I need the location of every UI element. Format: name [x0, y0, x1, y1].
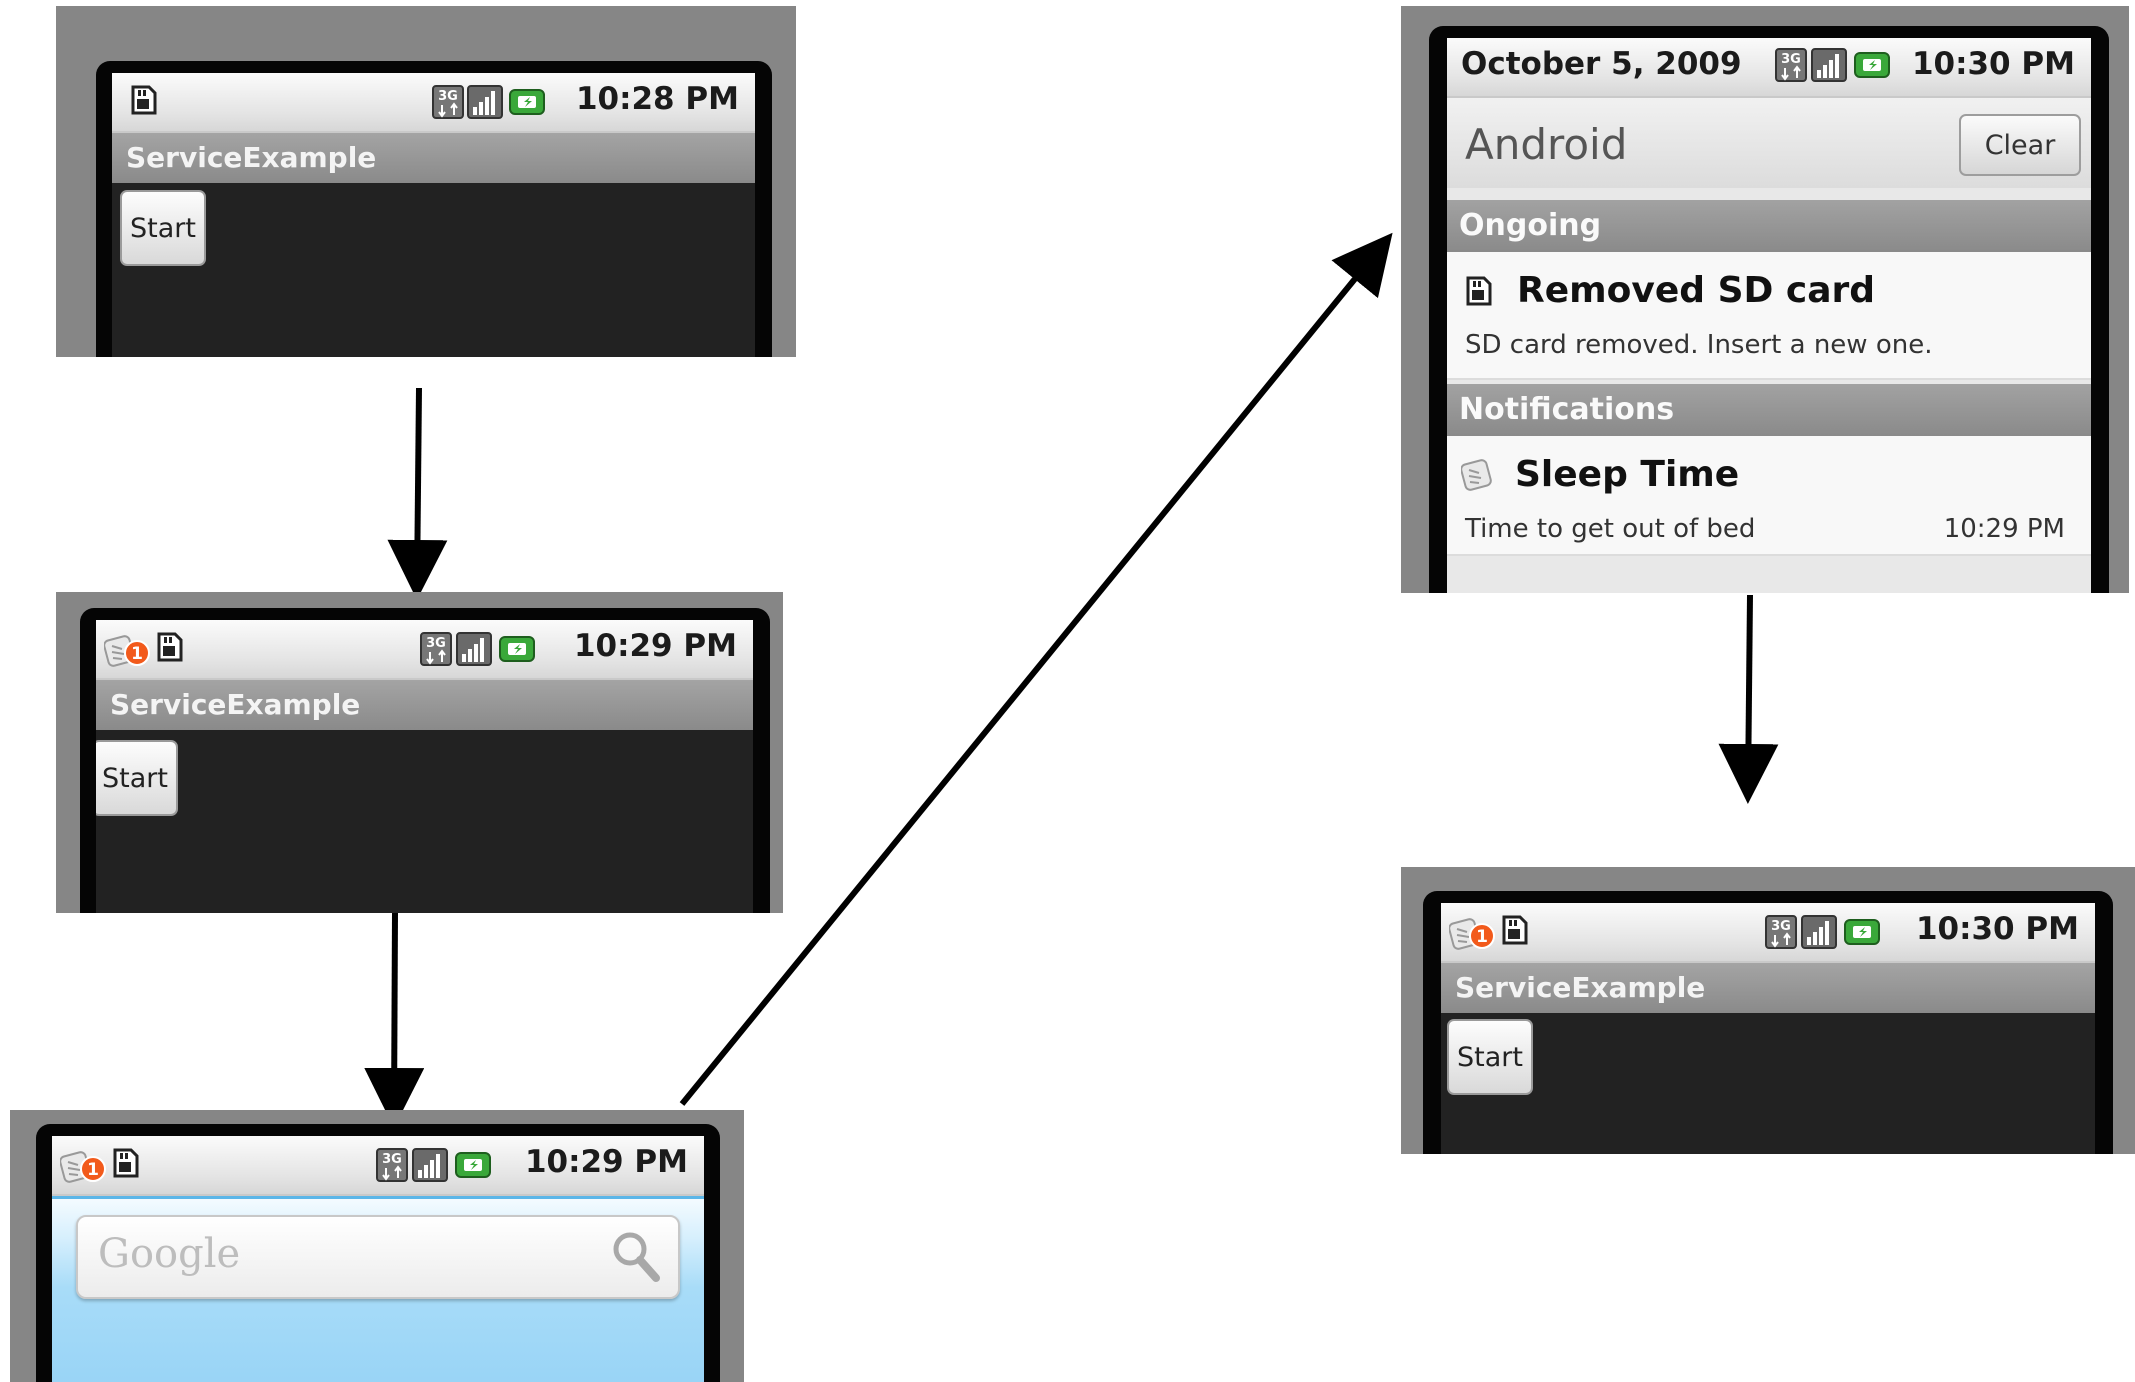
sd-card-icon [157, 632, 183, 662]
sd-card-icon [113, 1148, 139, 1178]
3g-icon [420, 632, 452, 666]
signal-bars-icon [456, 632, 492, 666]
app-title-bar: ServiceExample [96, 680, 753, 730]
status-time: 10:30 PM [1911, 46, 2075, 82]
carrier-name: Android [1465, 120, 1628, 169]
notification-item[interactable]: Sleep Time Time to get out of bed 10:29 … [1447, 436, 2091, 556]
status-date: October 5, 2009 [1461, 46, 1742, 82]
battery-charging-icon [455, 1152, 491, 1178]
status-bar: 10:29 PM [96, 620, 753, 680]
status-time: 10:28 PM [575, 81, 739, 117]
3g-icon [1775, 48, 1807, 82]
search-icon[interactable] [610, 1229, 660, 1283]
arrow-s3-to-s4 [679, 232, 1393, 1106]
notification-description: SD card removed. Insert a new one. [1465, 330, 1933, 360]
status-time: 10:29 PM [573, 628, 737, 664]
clear-button[interactable]: Clear [1959, 114, 2081, 176]
app-title: ServiceExample [1455, 971, 1706, 1004]
notification-time: 10:29 PM [1943, 514, 2065, 544]
ongoing-notification-item[interactable]: Removed SD card SD card removed. Insert … [1447, 252, 2091, 380]
app-title-bar: ServiceExample [1441, 963, 2095, 1013]
battery-charging-icon [1844, 919, 1880, 945]
arrow-s1-to-s2 [387, 387, 448, 600]
device-screen: 10:29 PM ServiceExample Start [96, 620, 753, 913]
battery-charging-icon [509, 89, 545, 115]
screenshot-2: 10:29 PM ServiceExample Start [56, 592, 783, 913]
sd-card-icon [131, 85, 157, 115]
status-bar: 10:28 PM [112, 73, 755, 133]
status-bar: 10:29 PM [52, 1136, 704, 1196]
signal-bars-icon [1811, 48, 1847, 82]
screenshot-5: 10:30 PM ServiceExample Start [1401, 867, 2135, 1154]
3g-icon [432, 85, 464, 119]
device-screen: 10:29 PM Google [52, 1136, 704, 1382]
section-header-ongoing: Ongoing [1447, 200, 2091, 252]
app-title: ServiceExample [110, 688, 361, 721]
notification-title: Removed SD card [1517, 270, 1876, 311]
screenshot-3: 10:29 PM Google [10, 1110, 744, 1382]
notification-header: Android Clear [1447, 98, 2091, 188]
arrow-s4-to-s5 [1718, 594, 1779, 804]
notification-count-badge [124, 640, 150, 666]
notification-title: Sleep Time [1515, 454, 1740, 495]
status-bar: October 5, 2009 10:30 PM [1447, 38, 2091, 98]
battery-charging-icon [499, 636, 535, 662]
device-screen: 10:30 PM ServiceExample Start [1441, 903, 2095, 1154]
start-button[interactable]: Start [120, 190, 206, 266]
notification-panel: October 5, 2009 10:30 PM Android Clear O… [1447, 38, 2091, 593]
signal-bars-icon [412, 1148, 448, 1182]
battery-charging-icon [1854, 52, 1890, 78]
status-time: 10:30 PM [1915, 911, 2079, 947]
section-header-notifications: Notifications [1447, 384, 2091, 436]
device-screen: 10:28 PM ServiceExample Start [112, 73, 755, 357]
arrow-s2-to-s3 [364, 912, 425, 1128]
status-bar: 10:30 PM [1441, 903, 2095, 963]
alarm-clock-icon [1461, 458, 1493, 492]
notification-count-badge [80, 1156, 106, 1182]
sd-card-icon [1502, 915, 1528, 945]
3g-icon [1765, 915, 1797, 949]
search-placeholder: Google [98, 1231, 241, 1277]
signal-bars-icon [467, 85, 503, 119]
google-search-widget[interactable]: Google [76, 1215, 680, 1299]
app-title-bar: ServiceExample [112, 133, 755, 183]
home-wallpaper: Google [52, 1196, 704, 1382]
screenshot-1: 10:28 PM ServiceExample Start [56, 6, 796, 357]
status-time: 10:29 PM [524, 1144, 688, 1180]
start-button[interactable]: Start [96, 740, 178, 816]
app-title: ServiceExample [126, 141, 377, 174]
sd-card-icon [1466, 276, 1492, 306]
notification-count-badge [1469, 923, 1495, 949]
signal-bars-icon [1801, 915, 1837, 949]
notification-description: Time to get out of bed [1465, 514, 1756, 544]
screenshot-4: October 5, 2009 10:30 PM Android Clear O… [1401, 6, 2129, 593]
3g-icon [376, 1148, 408, 1182]
start-button[interactable]: Start [1447, 1019, 1533, 1095]
